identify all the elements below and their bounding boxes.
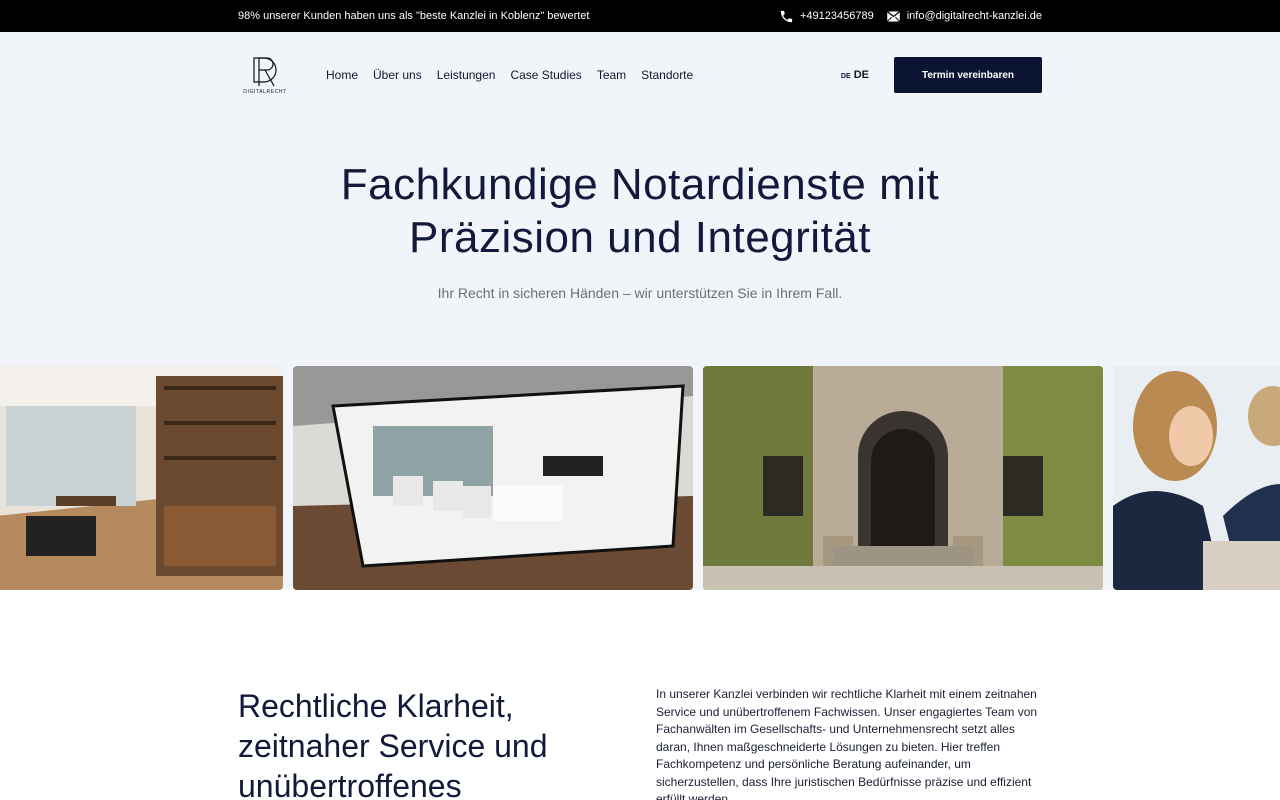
intro-section: Rechtliche Klarheit, zeitnaher Service u… [238,686,1042,800]
phone-icon [780,10,793,22]
contact-info: +49123456789 info@digitalrecht-kanzlei.d… [773,9,1042,24]
nav-item-case-studies[interactable]: Case Studies [510,68,581,82]
email-link[interactable]: info@digitalrecht-kanzlei.de [886,9,1042,24]
rating-text: 98% unserer Kunden haben uns als "beste … [238,10,590,22]
intro-heading: Rechtliche Klarheit, zeitnaher Service u… [238,686,578,800]
book-appointment-button[interactable]: Termin vereinbaren [894,57,1042,93]
language-switcher[interactable]: DE DE [841,69,869,81]
mail-icon [886,10,900,22]
intro-heading-line-3: unübertroffenes [238,768,462,800]
nav-item-home[interactable]: Home [326,68,358,82]
main-navigation: DIGITALRECHT Home Über uns Leistungen Ca… [238,56,1042,95]
glass-meeting-room-image [293,366,693,590]
hero-title: Fachkundige Notardienste mit Präzision u… [0,158,1280,264]
top-bar: 98% unserer Kunden haben uns als "beste … [0,0,1280,32]
logo-mark-icon [253,56,277,86]
historic-building-image [703,366,1103,590]
nav-item-leistungen[interactable]: Leistungen [437,68,496,82]
logo-wordmark: DIGITALRECHT [243,88,287,95]
hero-subtitle: Ihr Recht in sicheren Händen – wir unter… [437,285,843,301]
hero-title-line-2: Präzision und Integrität [408,213,872,262]
phone-number: +49123456789 [799,10,874,22]
intro-body: In unserer Kanzlei verbinden wir rechtli… [656,687,1038,800]
intro-heading-line-1: Rechtliche Klarheit, [238,688,514,724]
email-address: info@digitalrecht-kanzlei.de [906,10,1042,22]
hero-title-line-1: Fachkundige Notardienste mit [340,160,940,209]
logo[interactable]: DIGITALRECHT [243,56,287,95]
nav-item-standorte[interactable]: Standorte [641,68,693,82]
language-label: DE [853,69,869,81]
image-gallery [0,366,1280,590]
business-meeting-image [1113,366,1280,590]
nav-item-team[interactable]: Team [597,68,626,82]
office-interior-image [0,366,283,590]
phone-link[interactable]: +49123456789 [779,9,874,24]
intro-heading-line-2: zeitnaher Service und [238,728,548,764]
language-flag-icon: DE [840,73,851,80]
nav-menu: Home Über uns Leistungen Case Studies Te… [326,68,693,82]
nav-item-ueber-uns[interactable]: Über uns [373,68,422,82]
